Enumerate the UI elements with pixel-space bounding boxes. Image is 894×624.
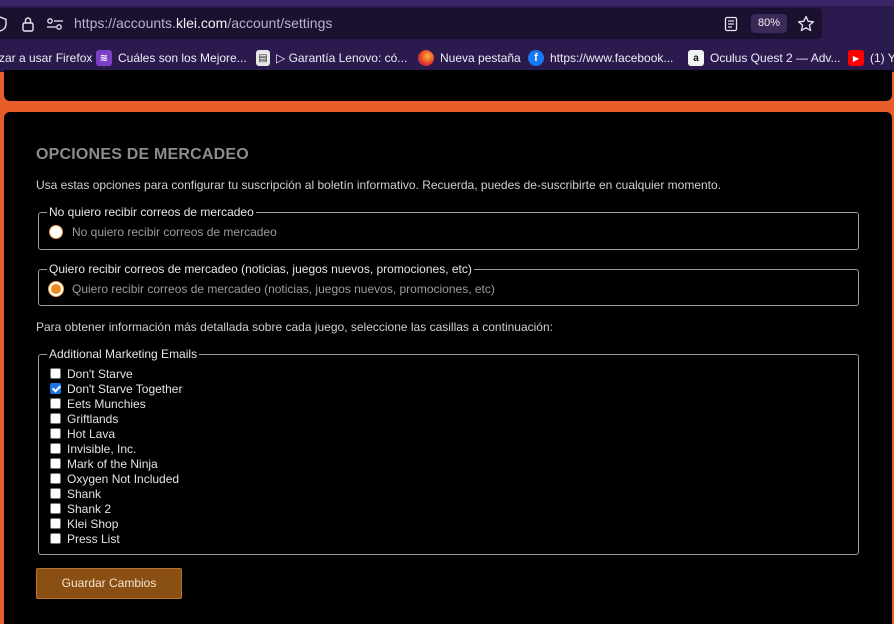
radio-label: Quiero recibir correos de mercadeo (noti… [72,282,495,296]
permissions-icon[interactable] [44,8,66,39]
game-checkbox[interactable] [50,458,61,469]
page-icon: ▤ [256,50,270,66]
opt-in-radio[interactable] [49,282,63,296]
purple-logo-icon: ≋ [96,50,112,66]
game-checkbox[interactable] [50,533,61,544]
opt-out-option[interactable]: No quiero recibir correos de mercadeo [49,225,277,239]
bookmark-item[interactable]: zar a usar Firefox [0,44,92,72]
amazon-icon: a [688,50,704,66]
checkbox-label: Eets Munchies [67,396,146,411]
checkbox-row[interactable]: Griftlands [50,411,182,426]
checkbox-label: Mark of the Ninja [67,456,158,471]
bookmark-item[interactable]: f https://www.facebook... [528,44,673,72]
youtube-icon: ▶ [848,50,864,66]
checkbox-label: Don't Starve [67,366,133,381]
bookmark-item[interactable]: a Oculus Quest 2 — Adv... [688,44,841,72]
bookmark-item[interactable]: Nueva pestaña [418,44,521,72]
checkbox-row[interactable]: Invisible, Inc. [50,441,182,456]
opt-out-radio[interactable] [49,225,63,239]
checkbox-label: Griftlands [67,411,119,426]
url-host: klei.com [175,15,228,31]
lock-icon[interactable] [18,8,38,39]
bookmark-label: zar a usar Firefox [0,51,93,65]
url-path: /account/settings [227,15,333,31]
opt-in-option[interactable]: Quiero recibir correos de mercadeo (noti… [49,282,495,296]
bookmark-label: ▷ Garantía Lenovo: có... [276,51,408,65]
url-prefix: https://accounts. [74,15,176,31]
checkbox-row[interactable]: Klei Shop [50,516,182,531]
bookmark-item[interactable]: ▤ ▷ Garantía Lenovo: có... [256,44,407,72]
checkbox-label: Invisible, Inc. [67,441,137,456]
checkbox-row[interactable]: Shank 2 [50,501,182,516]
checkbox-row[interactable]: Shank [50,486,182,501]
facebook-icon: f [528,50,544,66]
bookmarks-toolbar: zar a usar Firefox ≋ Cuáles son los Mejo… [0,44,894,72]
browser-toolbar: https://accounts.klei.com/account/settin… [0,0,894,44]
bookmark-item[interactable]: ≋ Cuáles son los Mejore... [96,44,247,72]
checkbox-row[interactable]: Don't Starve Together [50,381,182,396]
checkbox-row[interactable]: Don't Starve [50,366,182,381]
checkbox-label: Shank 2 [67,501,112,516]
game-checkbox[interactable] [50,518,61,529]
bookmark-label: (1) Yo [870,51,894,65]
game-checkbox[interactable] [50,413,61,424]
save-changes-button[interactable]: Guardar Cambios [36,568,182,599]
checkbox-row[interactable]: Hot Lava [50,426,182,441]
checkbox-label: Shank [67,486,102,501]
game-checkbox[interactable] [50,383,61,394]
firefox-icon [418,50,434,66]
additional-emails-fieldset: Additional Marketing Emails Don't Starve… [38,347,859,555]
game-checkbox[interactable] [50,398,61,409]
game-checkbox[interactable] [50,368,61,379]
bookmark-item[interactable]: ▶ (1) Yo [848,44,894,72]
bookmark-label: Nueva pestaña [440,51,521,65]
url-text[interactable]: https://accounts.klei.com/account/settin… [74,8,332,39]
checkbox-label: Hot Lava [67,426,116,441]
checkbox-row[interactable]: Eets Munchies [50,396,182,411]
checkbox-row[interactable]: Press List [50,531,182,546]
game-checkbox[interactable] [50,503,61,514]
fieldset-legend: No quiero recibir correos de mercadeo [47,205,256,219]
section-title: OPCIONES DE MERCADEO [36,146,249,163]
fieldset-legend: Quiero recibir correos de mercadeo (noti… [47,262,474,276]
bookmark-star-icon[interactable] [796,8,816,39]
checkbox-label: Press List [67,531,120,546]
checkbox-label: Klei Shop [67,516,119,531]
game-checkbox[interactable] [50,428,61,439]
checkbox-label: Oxygen Not Included [67,471,180,486]
tab-strip-edge [0,0,894,6]
shield-icon[interactable] [0,8,10,39]
radio-label: No quiero recibir correos de mercadeo [72,225,277,239]
intro-text: Usa estas opciones para configurar tu su… [36,178,722,192]
checkbox-row[interactable]: Oxygen Not Included [50,471,182,486]
previous-section-panel [4,70,892,101]
opt-in-fieldset: Quiero recibir correos de mercadeo (noti… [38,262,859,306]
opt-out-fieldset: No quiero recibir correos de mercadeo No… [38,205,859,250]
info-text: Para obtener información más detallada s… [36,320,553,334]
game-checkbox[interactable] [50,473,61,484]
address-bar[interactable]: https://accounts.klei.com/account/settin… [0,8,822,39]
checkbox-row[interactable]: Mark of the Ninja [50,456,182,471]
bookmark-label: Cuáles son los Mejore... [118,51,247,65]
reader-view-icon[interactable] [722,8,740,39]
checkbox-list: Don't Starve Don't Starve Together Eets Mu… [50,366,182,546]
game-checkbox[interactable] [50,488,61,499]
bookmark-label: Oculus Quest 2 — Adv... [710,51,841,65]
checkbox-label: Don't Starve Together [67,381,183,396]
fieldset-legend: Additional Marketing Emails [47,347,200,361]
game-checkbox[interactable] [50,443,61,454]
bookmark-label: https://www.facebook... [550,51,674,65]
zoom-level-button[interactable]: 80% [751,14,787,33]
